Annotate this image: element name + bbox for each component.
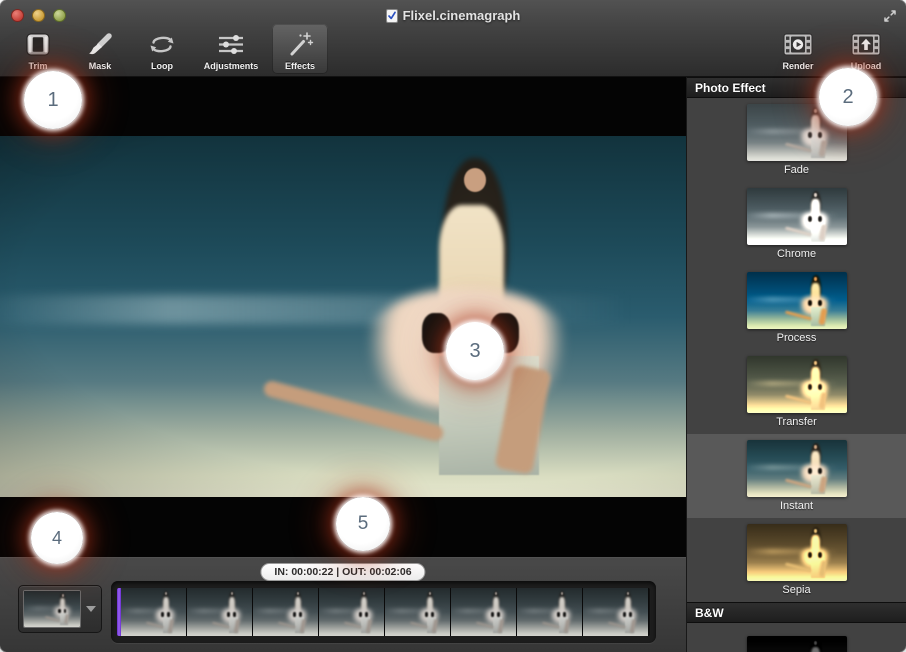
filmstrip-frames <box>117 588 650 636</box>
effect-thumbnail <box>747 188 847 245</box>
filmstrip-frame[interactable] <box>583 588 649 636</box>
photo-effects-panel: Photo Effect Fade Chrome Process Transfe… <box>686 77 906 652</box>
photo-glover <box>365 612 368 617</box>
adjustments-button-label: Adjustments <box>204 60 259 72</box>
in-out-time-badge: IN: 00:00:22 | OUT: 00:02:06 <box>260 563 425 581</box>
stage: IN: 00:00:22 | OUT: 00:02:06 <box>0 77 686 652</box>
effect-thumbnail <box>747 356 847 413</box>
toolbar-left-group: Trim Mask <box>10 24 328 74</box>
effect-thumbnail <box>747 440 847 497</box>
effect-label: Transfer <box>776 416 817 428</box>
effect-item-chrome[interactable]: Chrome <box>687 182 906 266</box>
photo-glover <box>167 612 170 617</box>
upload-filmstrip-arrow-icon <box>850 28 882 60</box>
clip-preview-thumbnail <box>23 590 81 628</box>
photo-glovel <box>557 612 560 617</box>
mask-button[interactable]: Mask <box>72 24 128 74</box>
photo-glovel <box>425 612 428 617</box>
cinemagraph-photo <box>0 136 686 497</box>
effect-thumbnail <box>747 272 847 329</box>
adjustments-sliders-icon <box>216 28 246 60</box>
effect-label: Sepia <box>782 584 810 596</box>
diagonal-resize-arrows-icon <box>883 9 897 23</box>
chevron-down-icon <box>86 606 96 612</box>
effect-label: Chrome <box>777 248 816 260</box>
effect-label: Fade <box>784 164 809 176</box>
upload-button[interactable]: Upload <box>838 24 894 74</box>
photo-face <box>62 594 64 596</box>
photo-glovel <box>359 612 362 617</box>
trim-button-label: Trim <box>28 60 47 72</box>
filmstrip-frame[interactable] <box>253 588 319 636</box>
photo-glover <box>299 612 302 617</box>
effects-magic-wand-icon <box>286 28 314 60</box>
callout-badge-2: 2 <box>819 68 877 126</box>
window-title: Flixel.cinemagraph <box>403 8 521 23</box>
playhead-marker[interactable] <box>117 588 121 636</box>
render-button-label: Render <box>782 60 813 72</box>
loop-arrows-icon <box>147 28 177 60</box>
mask-button-label: Mask <box>89 60 112 72</box>
filmstrip-frame[interactable] <box>385 588 451 636</box>
callout-badge-3: 3 <box>446 322 504 380</box>
photo-glovel <box>227 612 230 617</box>
effect-item-instant[interactable]: Instant <box>687 434 906 518</box>
filmstrip-frame[interactable] <box>319 588 385 636</box>
effect-label: Instant <box>780 500 813 512</box>
effects-button-label: Effects <box>285 60 315 72</box>
adjustments-button[interactable]: Adjustments <box>196 24 266 74</box>
effect-thumbnail <box>747 524 847 581</box>
render-filmstrip-play-icon <box>782 28 814 60</box>
callout-badge-5: 5 <box>336 497 390 551</box>
photo-body <box>811 647 821 652</box>
effects-button[interactable]: Effects <box>272 24 328 74</box>
photo-glovel <box>491 612 494 617</box>
effect-item-transfer[interactable]: Transfer <box>687 350 906 434</box>
photo-glover <box>629 612 632 617</box>
expand-window-button[interactable] <box>882 8 897 23</box>
mask-brush-icon <box>86 28 114 60</box>
filmstrip-frame[interactable] <box>187 588 253 636</box>
window-title-wrap: Flixel.cinemagraph <box>0 8 906 23</box>
callout-badge-4: 4 <box>31 512 83 564</box>
video-canvas <box>0 77 686 557</box>
effect-item-bw-partial[interactable] <box>687 623 906 652</box>
titlebar-toolbar: Flixel.cinemagraph T <box>0 0 906 77</box>
effect-item-process[interactable]: Process <box>687 266 906 350</box>
photo-glovel <box>58 609 60 613</box>
photo-glovel <box>293 612 296 617</box>
photo-face <box>464 168 486 191</box>
render-button[interactable]: Render <box>770 24 826 74</box>
photo-glovel <box>161 612 164 617</box>
clip-preview-selector[interactable] <box>18 585 102 633</box>
effect-thumbnail <box>747 636 847 652</box>
photo-glover <box>233 612 236 617</box>
clip-preview-dropdown[interactable] <box>81 586 101 632</box>
filmstrip-frame[interactable] <box>121 588 187 636</box>
photo-glover <box>431 612 434 617</box>
photo-legr <box>64 614 69 625</box>
filmstrip-frame[interactable] <box>451 588 517 636</box>
loop-button-label: Loop <box>151 60 173 72</box>
effect-item-sepia[interactable]: Sepia <box>687 518 906 602</box>
callout-badge-1: 1 <box>24 71 82 129</box>
filmstrip-track[interactable] <box>111 581 656 643</box>
app-window: Flixel.cinemagraph T <box>0 0 906 652</box>
toolbar-right-group: Render Upload <box>770 24 894 74</box>
photo-glover <box>563 612 566 617</box>
section-header-bw: B&W <box>687 602 906 623</box>
photo-glover <box>497 612 500 617</box>
trim-button[interactable]: Trim <box>10 24 66 74</box>
photo-glovel <box>623 612 626 617</box>
trim-icon <box>23 28 53 60</box>
timeline-controls: IN: 00:00:22 | OUT: 00:02:06 <box>0 557 686 652</box>
document-icon <box>386 9 398 23</box>
filmstrip-frame[interactable] <box>517 588 583 636</box>
loop-button[interactable]: Loop <box>134 24 190 74</box>
effect-label: Process <box>777 332 817 344</box>
